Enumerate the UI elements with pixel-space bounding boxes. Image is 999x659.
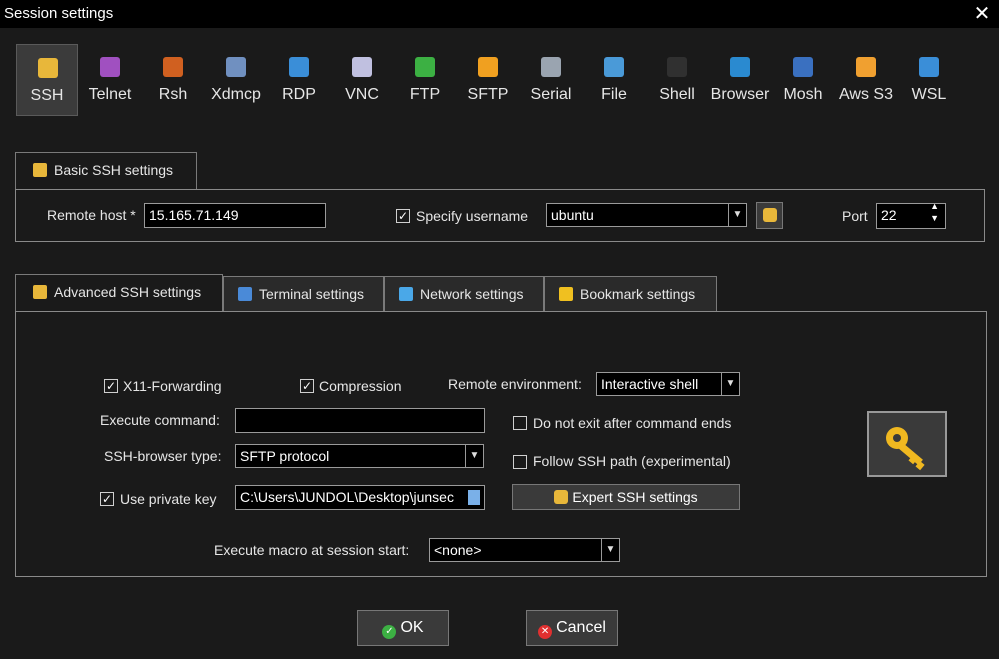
user-key-icon — [762, 208, 777, 222]
session-type-xdmcp[interactable]: Xdmcp — [205, 44, 267, 116]
tab-label: Bookmark settings — [580, 286, 696, 302]
session-type-rdp[interactable]: RDP — [268, 44, 330, 116]
session-type-sftp[interactable]: SFTP — [457, 44, 519, 116]
session-type-aws-s3[interactable]: Aws S3 — [835, 44, 897, 116]
private-key-path-input[interactable]: C:\Users\JUNDOL\Desktop\junsec — [235, 485, 485, 510]
session-type-browser[interactable]: Browser — [709, 44, 771, 116]
follow-ssh-path-checkbox[interactable] — [513, 455, 527, 469]
serial-icon — [541, 57, 561, 77]
terminal-icon — [238, 287, 252, 301]
tab-label: Network settings — [420, 286, 524, 302]
expert-ssh-settings-button[interactable]: Expert SSH settings — [512, 484, 740, 510]
session-type-ssh[interactable]: SSH — [16, 44, 78, 116]
check-icon: ✓ — [382, 625, 397, 639]
browser-globe-icon — [730, 57, 750, 77]
compression-checkbox[interactable]: ✓ — [300, 379, 314, 393]
specify-username-checkbox[interactable]: ✓ — [396, 209, 410, 223]
cancel-icon: ✕ — [538, 625, 553, 639]
session-type-vnc[interactable]: VNC — [331, 44, 393, 116]
macro-value: <none> — [434, 542, 482, 558]
telnet-icon — [100, 57, 120, 77]
use-private-key-label: Use private key — [120, 491, 217, 507]
session-type-wsl[interactable]: WSL — [898, 44, 960, 116]
star-icon — [559, 287, 573, 301]
shell-icon — [667, 57, 687, 77]
window-title: Session settings — [4, 5, 114, 22]
session-type-telnet[interactable]: Telnet — [79, 44, 141, 116]
execute-macro-label: Execute macro at session start: — [214, 542, 410, 558]
mosh-icon — [793, 57, 813, 77]
cancel-button[interactable]: ✕ Cancel — [526, 610, 618, 646]
rsh-icon — [163, 57, 183, 77]
chevron-down-icon: ▼ — [721, 373, 739, 395]
file-monitor-icon — [604, 57, 624, 77]
ssh-browser-type-label: SSH-browser type: — [104, 448, 222, 464]
remote-host-label: Remote host * — [47, 207, 136, 223]
wsl-icon — [919, 57, 939, 77]
basic-ssh-tab[interactable]: Basic SSH settings — [15, 152, 197, 190]
use-private-key-checkbox[interactable]: ✓ — [100, 492, 114, 506]
username-value: ubuntu — [551, 207, 594, 223]
vnc-icon — [352, 57, 372, 77]
execute-command-input[interactable] — [235, 408, 485, 433]
session-type-mosh[interactable]: Mosh — [772, 44, 834, 116]
tab-label: Terminal settings — [259, 286, 365, 302]
session-type-shell[interactable]: Shell — [646, 44, 708, 116]
port-spinbox[interactable]: 22 ▲ ▼ — [876, 203, 946, 229]
session-type-label: WSL — [911, 86, 947, 103]
title-bar — [0, 0, 999, 28]
ftp-globe-icon — [415, 57, 435, 77]
tab-network-settings[interactable]: Network settings — [384, 276, 544, 312]
rdp-icon — [289, 57, 309, 77]
ok-button[interactable]: ✓ OK — [357, 610, 449, 646]
port-value: 22 — [881, 207, 897, 223]
large-key-icon — [867, 411, 947, 477]
follow-ssh-path-label: Follow SSH path (experimental) — [533, 453, 731, 469]
spin-arrows-icon[interactable]: ▲ ▼ — [930, 204, 939, 224]
session-type-ftp[interactable]: FTP — [394, 44, 456, 116]
chevron-down-icon: ▼ — [728, 204, 746, 226]
basic-ssh-tab-label: Basic SSH settings — [54, 162, 174, 178]
ssh-browser-type-value: SFTP protocol — [240, 448, 330, 464]
file-browse-icon[interactable] — [468, 490, 480, 505]
aws-icon — [856, 57, 876, 77]
remote-environment-dropdown[interactable]: Interactive shell ▼ — [596, 372, 740, 396]
remote-host-input[interactable]: 15.165.71.149 — [144, 203, 326, 228]
key-icon — [33, 285, 47, 299]
chevron-down-icon: ▼ — [465, 445, 483, 467]
session-type-file[interactable]: File — [583, 44, 645, 116]
key-icon — [38, 58, 58, 78]
x11-forwarding-checkbox[interactable]: ✓ — [104, 379, 118, 393]
session-type-serial[interactable]: Serial — [520, 44, 582, 116]
macro-dropdown[interactable]: <none> ▼ — [429, 538, 620, 562]
tab-label: Advanced SSH settings — [54, 284, 202, 300]
xdmcp-icon — [226, 57, 246, 77]
username-dropdown[interactable]: ubuntu ▼ — [546, 203, 747, 227]
execute-command-label: Execute command: — [100, 412, 220, 428]
remote-environment-value: Interactive shell — [601, 376, 699, 392]
key-icon — [33, 163, 47, 177]
do-not-exit-label: Do not exit after command ends — [533, 415, 732, 431]
network-icon — [399, 287, 413, 301]
do-not-exit-checkbox[interactable] — [513, 416, 527, 430]
compression-label: Compression — [319, 378, 402, 394]
session-type-rsh[interactable]: Rsh — [142, 44, 204, 116]
close-icon[interactable]: ✕ — [971, 3, 993, 25]
tab-bookmark-settings[interactable]: Bookmark settings — [544, 276, 717, 312]
expert-ssh-settings-label: Expert SSH settings — [572, 489, 698, 505]
user-key-icon — [554, 490, 569, 504]
x11-forwarding-label: X11-Forwarding — [123, 378, 222, 394]
chevron-down-icon: ▼ — [601, 539, 619, 561]
tab-terminal-settings[interactable]: Terminal settings — [223, 276, 384, 312]
private-key-path-value: C:\Users\JUNDOL\Desktop\junsec — [240, 489, 454, 505]
port-label: Port — [842, 208, 868, 224]
tab-advanced-ssh-settings[interactable]: Advanced SSH settings — [15, 274, 223, 312]
ssh-browser-type-dropdown[interactable]: SFTP protocol ▼ — [235, 444, 484, 468]
user-manager-button[interactable] — [756, 202, 783, 229]
cancel-label: Cancel — [556, 619, 606, 636]
remote-environment-label: Remote environment: — [448, 376, 582, 392]
specify-username-label: Specify username — [416, 208, 529, 224]
ok-label: OK — [400, 619, 424, 636]
sftp-globe-icon — [478, 57, 498, 77]
